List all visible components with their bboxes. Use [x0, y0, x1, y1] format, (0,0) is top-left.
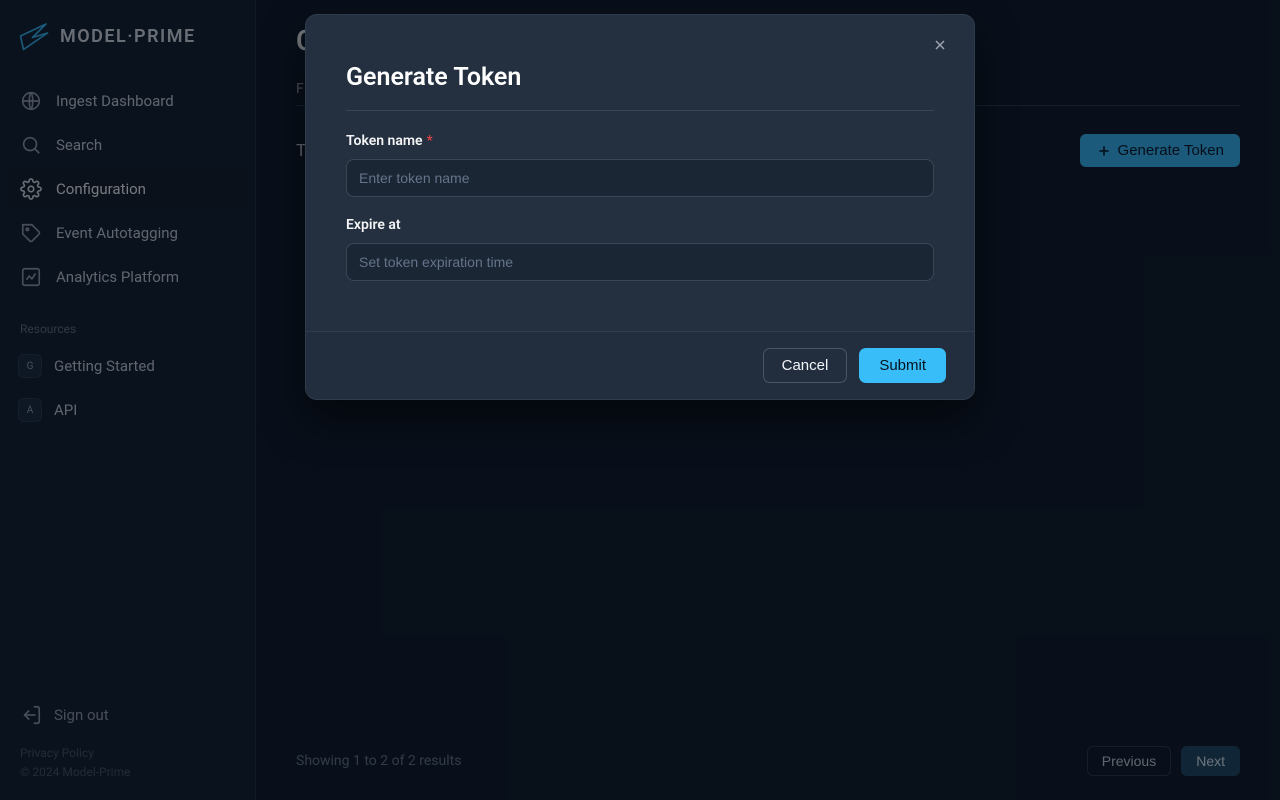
token-name-label: Token name* — [346, 133, 934, 149]
submit-button[interactable]: Submit — [859, 348, 946, 383]
modal-close-button[interactable] — [906, 15, 974, 80]
cancel-button[interactable]: Cancel — [763, 348, 848, 383]
generate-token-modal: Generate Token Token name* Expire at Can… — [305, 14, 975, 400]
token-name-input[interactable] — [346, 159, 934, 197]
close-icon — [932, 37, 948, 53]
required-indicator: * — [427, 133, 433, 149]
modal-overlay[interactable]: Generate Token Token name* Expire at Can… — [0, 0, 1280, 800]
modal-title: Generate Token — [346, 63, 934, 111]
expire-at-label: Expire at — [346, 217, 934, 233]
expire-at-input[interactable] — [346, 243, 934, 281]
